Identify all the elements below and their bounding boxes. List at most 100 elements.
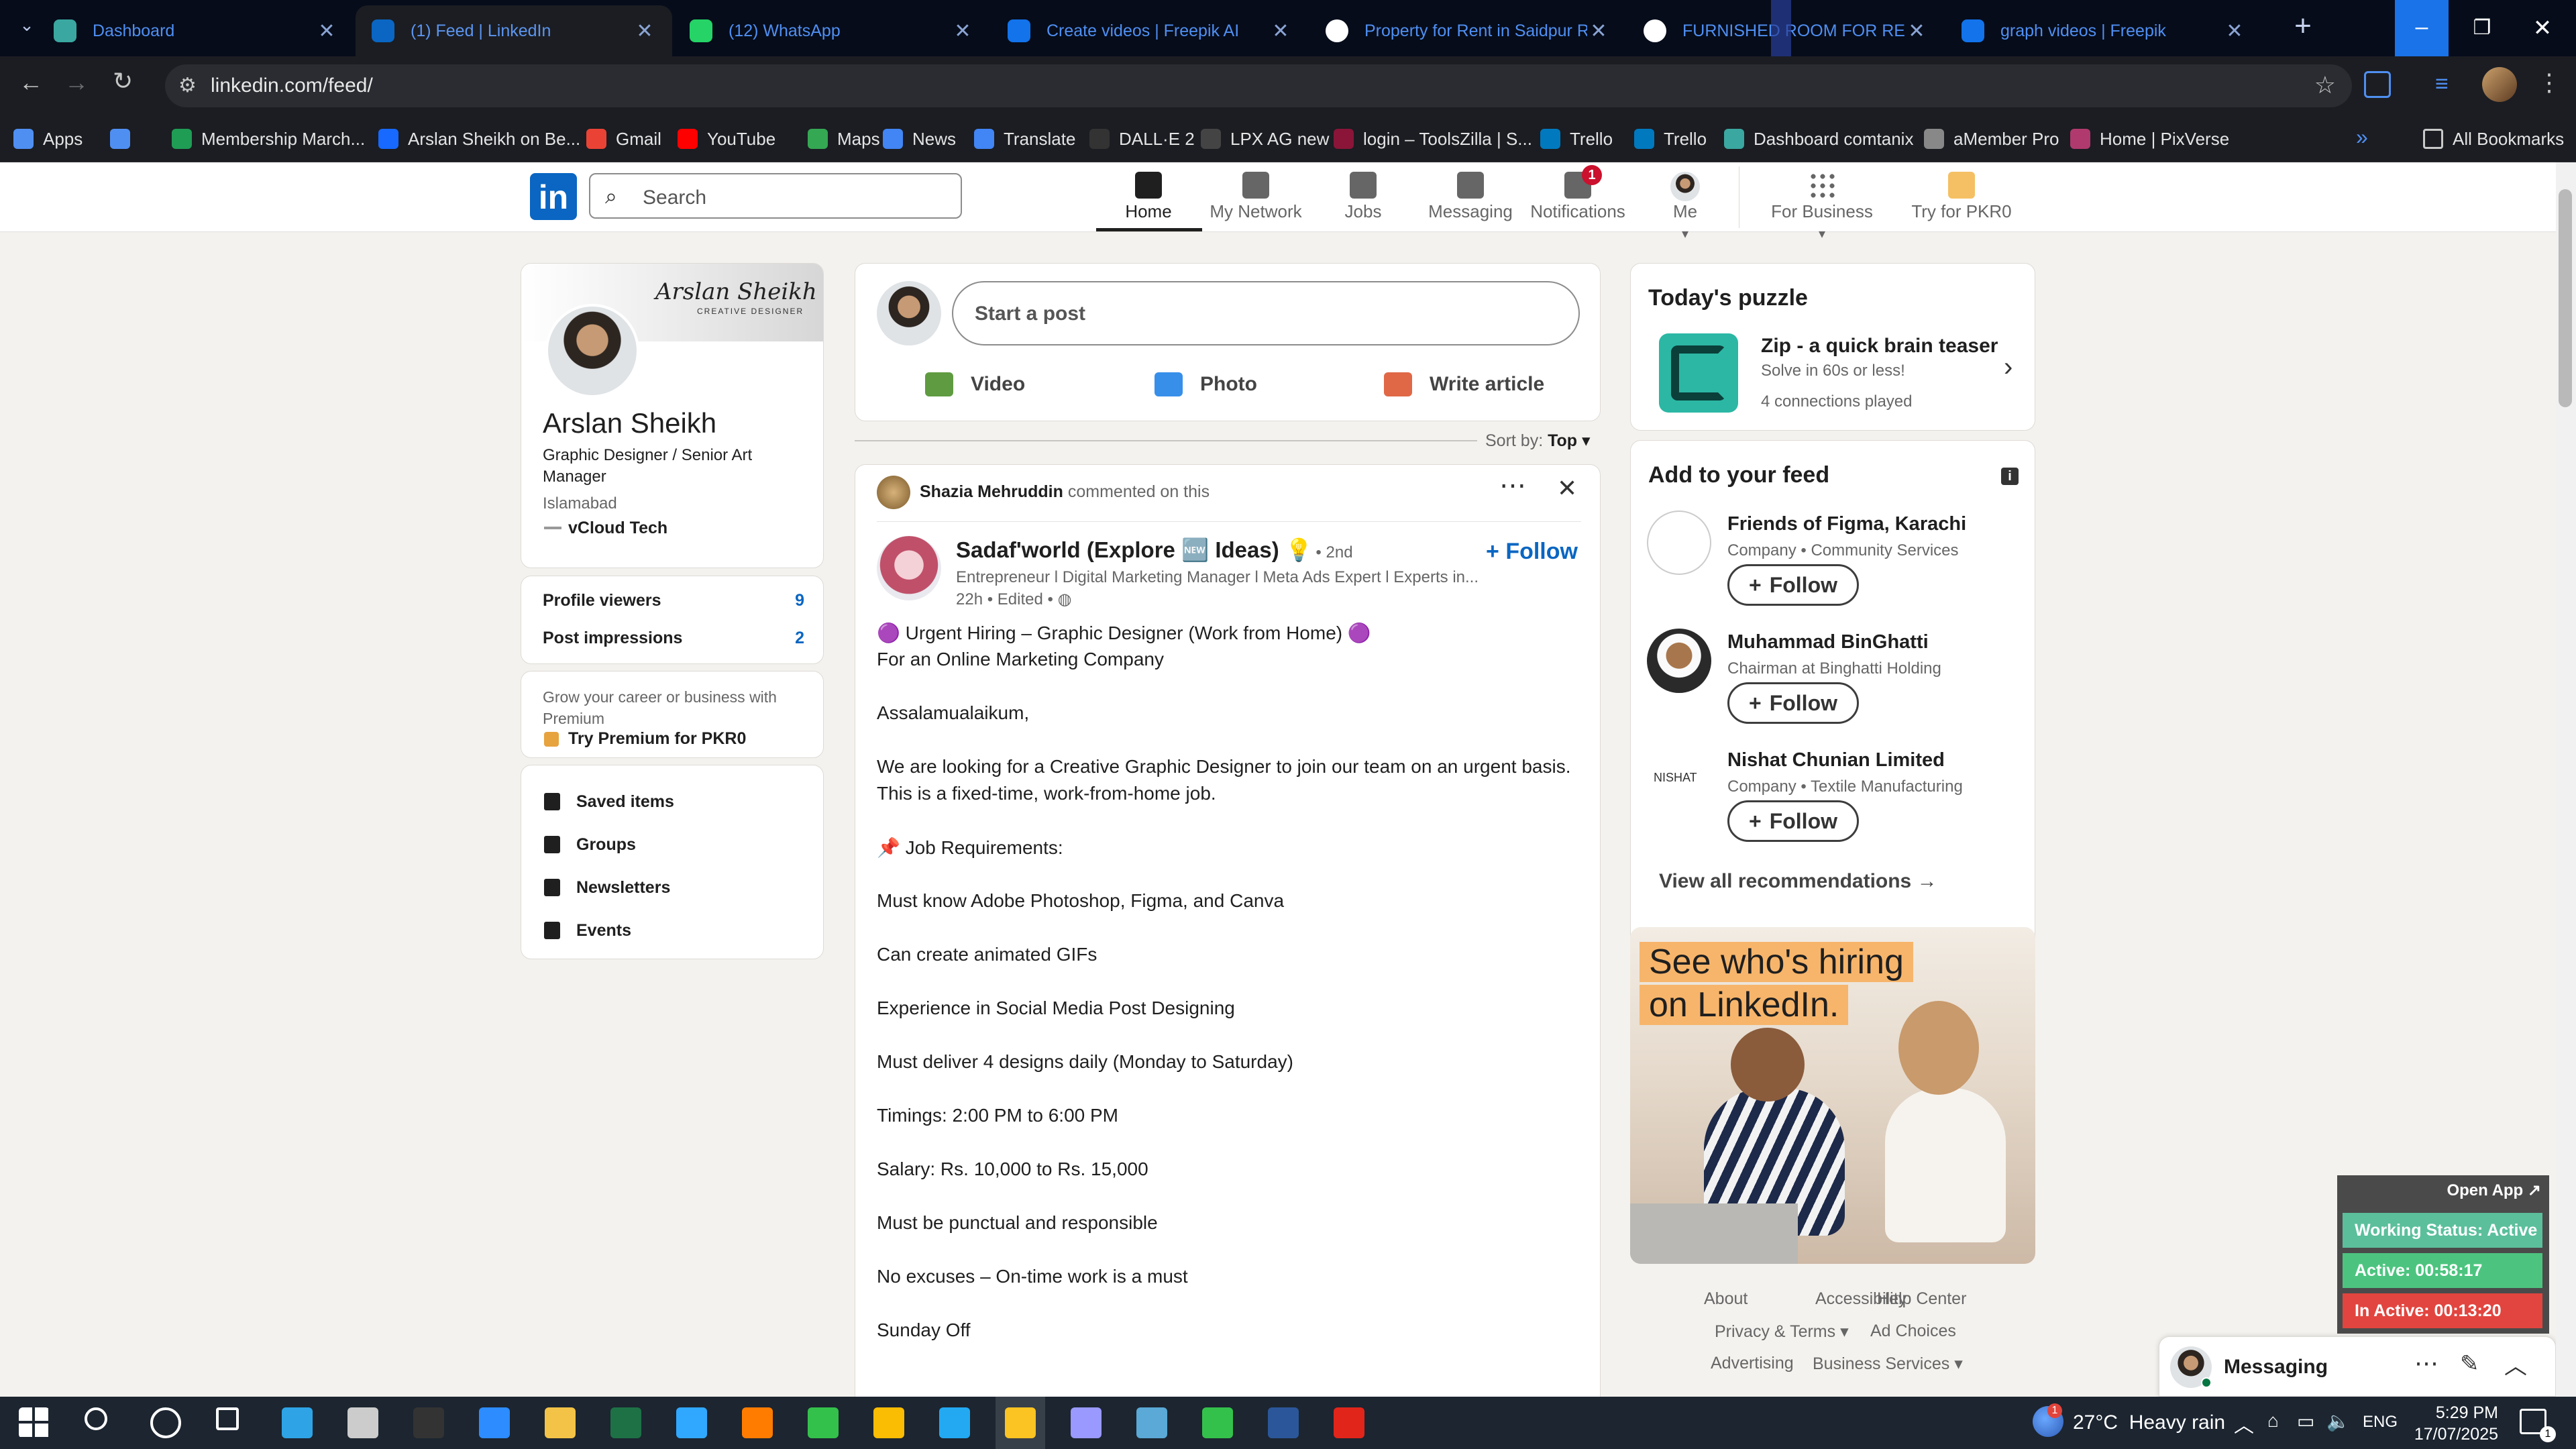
hiring-ad[interactable]: See who's hiring on LinkedIn. (1630, 927, 2035, 1264)
bookmark-item[interactable]: Gmail (586, 115, 661, 162)
close-window-button[interactable]: ✕ (2516, 0, 2569, 56)
context-name[interactable]: Shazia Mehruddin (920, 482, 1063, 501)
bookmark-item[interactable]: Maps (808, 115, 880, 162)
clock-time[interactable]: 5:29 PM (2424, 1403, 2498, 1423)
restore-button[interactable]: ❐ (2455, 0, 2509, 56)
nav-item[interactable]: Notifications 1 (1524, 162, 1631, 232)
zip-puzzle-icon[interactable] (1659, 333, 1738, 413)
windows-start-icon[interactable] (19, 1407, 50, 1438)
footer-link[interactable]: Privacy & Terms ▾ (1715, 1322, 1849, 1342)
recommendation-avatar[interactable] (1647, 511, 1711, 575)
green-app-icon[interactable] (808, 1407, 839, 1438)
open-app-link[interactable]: Open App ↗ (2447, 1181, 2541, 1200)
close-tab-icon[interactable]: ✕ (2223, 19, 2246, 43)
language-indicator[interactable]: ENG (2363, 1413, 2398, 1432)
chrome-icon[interactable] (873, 1407, 904, 1438)
minimize-button[interactable]: – (2395, 0, 2449, 56)
bookmark-item[interactable]: Translate (974, 115, 1075, 162)
sort-control[interactable]: Sort by: Top ▾ (1485, 431, 1591, 451)
premiere-icon[interactable] (1071, 1407, 1102, 1438)
tab-search-button[interactable]: ⌄ (13, 15, 40, 42)
search-icon[interactable] (85, 1407, 107, 1430)
volume-icon[interactable]: 🔈 (2326, 1410, 2350, 1432)
follow-button[interactable]: + Follow (1727, 564, 1859, 606)
nav-item[interactable]: Home (1095, 162, 1202, 232)
green-app-icon[interactable] (1202, 1407, 1233, 1438)
profile-avatar[interactable] (2482, 67, 2517, 102)
shortcut-groups[interactable]: Groups (544, 831, 636, 858)
nav-item[interactable]: Messaging (1417, 162, 1524, 232)
bookmark-item[interactable]: Home | PixVerse (2070, 115, 2229, 162)
footer-link[interactable]: Ad Choices (1870, 1322, 1956, 1341)
bookmark-item[interactable]: Apps (13, 115, 83, 162)
browser-tab[interactable]: Dashboard ✕ (38, 5, 354, 56)
all-bookmarks[interactable]: All Bookmarks (2423, 115, 2564, 162)
browser-tab[interactable]: (12) WhatsApp ✕ (674, 5, 990, 56)
weather-text[interactable]: 27°C Heavy rain (2073, 1411, 2225, 1434)
forward-arrow-icon[interactable]: → (64, 68, 89, 97)
shortcut-newsletters[interactable]: Newsletters (544, 874, 670, 901)
nav-item[interactable]: For Business ▾ (1755, 162, 1889, 241)
bookmark-item[interactable]: login – ToolsZilla | S... (1334, 115, 1532, 162)
back-arrow-icon[interactable]: ← (19, 68, 43, 97)
bookmark-item[interactable]: News (883, 115, 956, 162)
wifi-icon[interactable]: ▭ (2297, 1410, 2314, 1432)
premium-card[interactable]: Grow your career or business with Premiu… (521, 671, 824, 758)
nav-item[interactable]: My Network (1202, 162, 1309, 232)
bookmark-item[interactable]: aMember Pro (1924, 115, 2059, 162)
bookmark-item[interactable]: Trello (1540, 115, 1613, 162)
profile-name[interactable]: Arslan Sheikh (543, 407, 716, 439)
profile-company[interactable]: vCloud Tech (568, 519, 667, 538)
pen-icon[interactable] (347, 1407, 378, 1438)
browser-tab[interactable]: (1) Feed | LinkedIn ✕ (356, 5, 672, 56)
shortcut-events[interactable]: Events (544, 917, 631, 944)
post-follow-button[interactable]: + Follow (1486, 539, 1578, 565)
browser-tab[interactable]: Create videos | Freepik AI ✕ (991, 5, 1308, 56)
post-more-icon[interactable]: ⋯ (1499, 470, 1526, 501)
puzzle-title[interactable]: Zip - a quick brain teaser (1761, 335, 1998, 358)
post-close-icon[interactable]: ✕ (1557, 474, 1577, 502)
compose-icon[interactable]: ✎ (2460, 1350, 2479, 1377)
close-tab-icon[interactable]: ✕ (1587, 19, 1610, 43)
premium-link[interactable]: Try Premium for PKR0 (568, 729, 746, 749)
recommendation-name[interactable]: Friends of Figma, Karachi (1727, 513, 1966, 535)
recommendation-avatar[interactable] (1647, 629, 1711, 693)
footer-link[interactable]: Advertising (1711, 1354, 1794, 1373)
close-tab-icon[interactable]: ✕ (633, 19, 656, 43)
bookmark-item[interactable]: DALL·E 2 (1089, 115, 1195, 162)
composer-avatar[interactable] (877, 281, 941, 345)
bookmark-item[interactable]: Membership March... (172, 115, 365, 162)
info-icon[interactable]: i (2001, 468, 2019, 485)
follow-button[interactable]: + Follow (1727, 682, 1859, 724)
chevron-up-icon[interactable]: ︿ (2504, 1348, 2527, 1381)
nav-item[interactable]: Jobs (1309, 162, 1417, 232)
profile-photo[interactable] (545, 304, 639, 398)
follow-button[interactable]: + Follow (1727, 800, 1859, 842)
close-tab-icon[interactable]: ✕ (951, 19, 974, 43)
cortana-icon[interactable] (150, 1407, 181, 1438)
close-tab-icon[interactable]: ✕ (1269, 19, 1292, 43)
terminal-icon[interactable] (413, 1407, 444, 1438)
zoom-icon[interactable] (479, 1407, 510, 1438)
browser-tab[interactable]: graph videos | Freepik ✕ (1945, 5, 2262, 56)
file-explorer-icon[interactable] (545, 1407, 576, 1438)
illustrator-icon[interactable] (742, 1407, 773, 1438)
browser-tab[interactable]: Property for Rent in Saidpur Ro ✕ (1309, 5, 1626, 56)
linkedin-logo[interactable]: in (530, 173, 577, 220)
address-bar[interactable]: ⚙ linkedin.com/feed/ ☆ (165, 64, 2352, 107)
close-tab-icon[interactable]: ✕ (1905, 19, 1928, 43)
shortcut-saved-items[interactable]: Saved items (544, 788, 674, 815)
bookmark-item[interactable] (110, 115, 140, 162)
extensions-icon[interactable] (2364, 71, 2391, 98)
edge-icon[interactable] (282, 1407, 313, 1438)
bookmark-item[interactable]: YouTube (678, 115, 775, 162)
profile-stat-row[interactable]: Post impressions 2 (543, 629, 804, 655)
new-tab-button[interactable]: + (2286, 9, 2320, 43)
nav-item[interactable]: Try for PKR0 (1905, 162, 2018, 232)
video-action[interactable]: Video (925, 364, 1025, 405)
reading-list-icon[interactable]: ≡ (2435, 71, 2449, 97)
footer-link[interactable]: Business Services ▾ (1813, 1354, 1963, 1374)
tray-chevron-icon[interactable]: ︿ (2234, 1409, 2254, 1438)
app-icon[interactable] (1136, 1407, 1167, 1438)
clock-date[interactable]: 17/07/2025 (2408, 1425, 2498, 1444)
